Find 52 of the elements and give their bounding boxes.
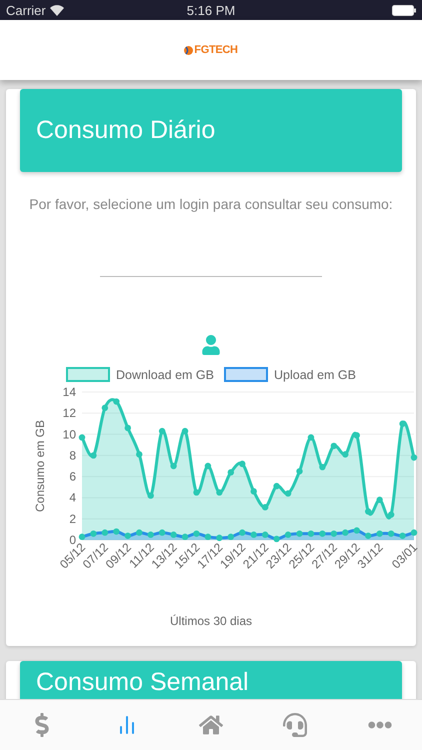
point — [228, 469, 234, 476]
point — [170, 462, 177, 470]
card-title: Consumo Diário — [36, 116, 216, 145]
point — [399, 420, 406, 427]
point — [147, 492, 154, 499]
logo-text: FGTECH — [194, 44, 238, 56]
point — [388, 511, 394, 518]
point — [182, 428, 188, 434]
y-tick-label: 6 — [69, 470, 76, 484]
y-tick-label: 4 — [69, 490, 76, 505]
legend-label: Download em GB — [116, 368, 214, 382]
point — [330, 442, 338, 450]
user-icon[interactable] — [201, 335, 221, 355]
wifi-icon — [50, 4, 64, 16]
card-title: Consumo Semanal — [36, 668, 249, 697]
point — [78, 434, 86, 441]
prompt-text: Por favor, selecione um login para consultar seu consumo: — [28, 196, 394, 212]
point — [354, 432, 360, 439]
point — [124, 424, 131, 432]
point — [204, 462, 212, 470]
point — [193, 489, 200, 496]
point — [216, 489, 223, 496]
point — [319, 464, 326, 470]
carrier-label: Carrier — [6, 2, 46, 18]
clock: 5:16 PM — [186, 2, 236, 18]
point — [113, 398, 120, 405]
battery-icon — [392, 4, 416, 16]
point — [158, 428, 166, 434]
point — [273, 482, 280, 490]
point — [250, 488, 257, 495]
y-axis-title: Consumo em GB — [33, 420, 47, 512]
y-tick-label: 8 — [69, 448, 76, 462]
point — [239, 460, 246, 468]
point — [308, 434, 314, 441]
point — [284, 490, 292, 497]
logo-icon — [184, 46, 194, 54]
point — [136, 451, 142, 458]
point — [296, 468, 303, 474]
y-tick-label: 2 — [69, 512, 76, 526]
point — [262, 504, 268, 510]
point — [102, 404, 108, 412]
point — [410, 454, 418, 461]
point — [365, 508, 372, 515]
point — [376, 496, 383, 504]
y-tick-label: 14 — [62, 385, 76, 399]
point — [342, 451, 349, 458]
legend-label: Upload em GB — [274, 368, 356, 382]
y-tick-label: 10 — [62, 427, 76, 442]
y-tick-label: 0 — [69, 533, 76, 547]
y-tick-label: 12 — [62, 406, 76, 420]
x-axis-title: Últimos 30 dias — [168, 614, 254, 628]
point — [90, 452, 97, 459]
